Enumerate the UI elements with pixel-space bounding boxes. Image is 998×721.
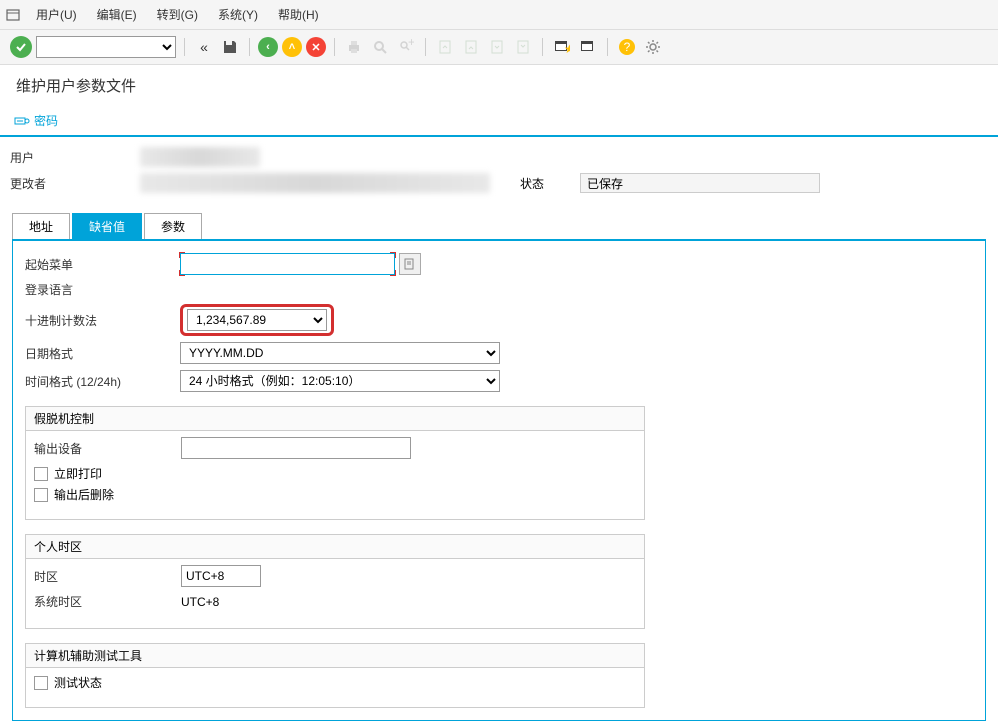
menu-system[interactable]: 系统(Y) — [208, 3, 268, 26]
timezone-group: 个人时区 时区 系统时区 UTC+8 — [25, 534, 645, 629]
start-menu-input[interactable] — [180, 253, 395, 275]
login-language-label: 登录语言 — [25, 281, 180, 298]
header-fields: 用户 更改者 状态 已保存 — [0, 137, 998, 203]
timezone-input[interactable] — [181, 565, 261, 587]
separator — [607, 38, 608, 56]
tab-address[interactable]: 地址 — [12, 213, 70, 239]
changer-value — [140, 173, 490, 193]
timezone-title: 个人时区 — [26, 535, 644, 559]
decimal-notation-select[interactable]: 1,234,567.89 — [187, 309, 327, 331]
tab-defaults[interactable]: 缺省值 — [72, 213, 142, 239]
delete-after-output-checkbox[interactable] — [34, 488, 48, 502]
menu-goto[interactable]: 转到(G) — [147, 3, 208, 26]
tab-strip: 地址 缺省值 参数 — [12, 213, 986, 241]
menu-edit[interactable]: 编辑(E) — [87, 3, 147, 26]
separator — [249, 38, 250, 56]
time-format-label: 时间格式 (12/24h) — [25, 373, 180, 390]
password-button[interactable]: 密码 — [14, 112, 58, 129]
status-value: 已保存 — [580, 173, 820, 193]
decimal-highlight: 1,234,567.89 — [180, 304, 334, 336]
key-icon — [14, 114, 30, 128]
separator — [542, 38, 543, 56]
first-page-icon — [434, 36, 456, 58]
svg-text:★: ★ — [564, 42, 570, 54]
layout-icon[interactable] — [577, 36, 599, 58]
settings-icon[interactable] — [642, 36, 664, 58]
date-format-select[interactable]: YYYY.MM.DD — [180, 342, 500, 364]
defaults-content: 起始菜单 登录语言 十进制计数法 1,234,567.89 日期格式 YYYY.… — [12, 241, 986, 721]
print-icon — [343, 36, 365, 58]
test-status-checkbox[interactable] — [34, 676, 48, 690]
catt-group: 计算机辅助测试工具 测试状态 — [25, 643, 645, 708]
print-immediately-label: 立即打印 — [54, 465, 102, 482]
status-label: 状态 — [520, 175, 580, 192]
svg-text:?: ? — [624, 40, 631, 54]
save-icon[interactable] — [219, 36, 241, 58]
start-menu-label: 起始菜单 — [25, 256, 180, 273]
svg-text:+: + — [408, 39, 414, 49]
tab-parameters[interactable]: 参数 — [144, 213, 202, 239]
menu-user[interactable]: 用户(U) — [26, 3, 87, 26]
time-format-select[interactable]: 24 小时格式（例如：12:05:10） — [180, 370, 500, 392]
decimal-notation-label: 十进制计数法 — [25, 312, 180, 329]
system-timezone-value: UTC+8 — [181, 595, 219, 609]
separator — [425, 38, 426, 56]
date-format-label: 日期格式 — [25, 345, 180, 362]
print-immediately-checkbox[interactable] — [34, 467, 48, 481]
spool-control-title: 假脱机控制 — [26, 407, 644, 431]
prev-page-icon — [460, 36, 482, 58]
password-label: 密码 — [34, 112, 58, 129]
find-next-icon: + — [395, 36, 417, 58]
separator — [334, 38, 335, 56]
user-label: 用户 — [10, 149, 140, 166]
new-session-icon[interactable]: ★ — [551, 36, 573, 58]
catt-title: 计算机辅助测试工具 — [26, 644, 644, 668]
test-status-label: 测试状态 — [54, 674, 102, 691]
nav-back-icon[interactable]: « — [193, 36, 215, 58]
output-device-input[interactable] — [181, 437, 411, 459]
transaction-code-input[interactable] — [36, 36, 176, 58]
accept-button[interactable] — [10, 36, 32, 58]
spool-control-group: 假脱机控制 输出设备 立即打印 输出后删除 — [25, 406, 645, 520]
user-value — [140, 147, 260, 167]
exit-button[interactable]: ˄ — [282, 37, 302, 57]
next-page-icon — [486, 36, 508, 58]
cancel-button[interactable]: ✕ — [306, 37, 326, 57]
find-icon — [369, 36, 391, 58]
main-toolbar: « ‹ ˄ ✕ + ★ ? — [0, 30, 998, 65]
delete-after-output-label: 输出后删除 — [54, 486, 114, 503]
system-timezone-label: 系统时区 — [34, 593, 181, 610]
window-icon — [6, 8, 20, 22]
app-toolbar: 密码 — [0, 106, 998, 137]
menu-help[interactable]: 帮助(H) — [268, 3, 329, 26]
search-help-button[interactable] — [399, 253, 421, 275]
help-icon[interactable]: ? — [616, 36, 638, 58]
menubar: 用户(U) 编辑(E) 转到(G) 系统(Y) 帮助(H) — [0, 0, 998, 30]
timezone-label: 时区 — [34, 568, 181, 585]
page-title: 维护用户参数文件 — [0, 65, 998, 106]
changer-label: 更改者 — [10, 175, 140, 192]
back-button[interactable]: ‹ — [258, 37, 278, 57]
output-device-label: 输出设备 — [34, 440, 181, 457]
separator — [184, 38, 185, 56]
last-page-icon — [512, 36, 534, 58]
